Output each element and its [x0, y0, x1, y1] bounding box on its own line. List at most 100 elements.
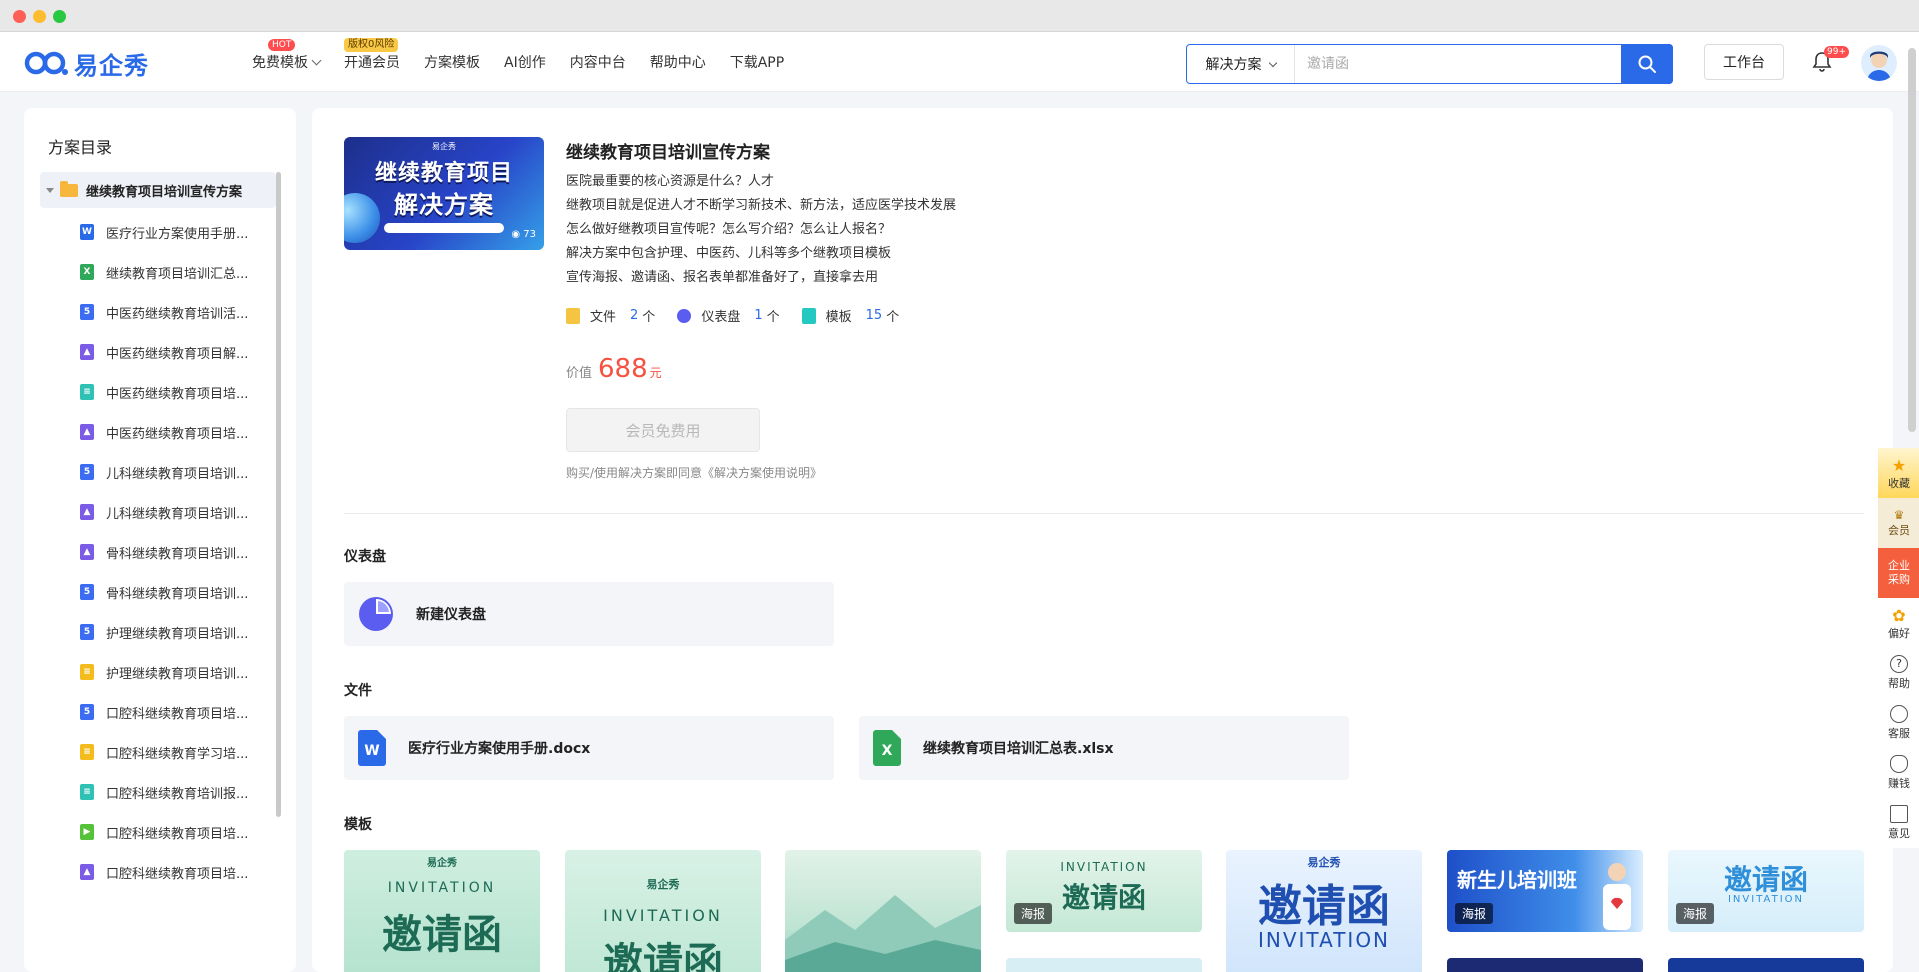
tree-item-label: 口腔科继续教育项目培...	[106, 866, 249, 882]
right-floating-toolbar: ★ 收藏 ♛ 会员 企业采购 ✿ 偏好 ? 帮助 客服 赚钱 意见	[1878, 448, 1919, 848]
template-card[interactable]: 邀请函 INVITATION 海报	[1668, 850, 1864, 932]
sidebar-title: 方案目录	[48, 138, 113, 157]
nav-item-solution-templates[interactable]: 方案模板	[424, 52, 480, 72]
window-titlebar	[0, 0, 1919, 32]
tree-item[interactable]: W 医疗行业方案使用手册...	[80, 212, 290, 252]
feedback-button[interactable]: 意见	[1878, 798, 1919, 848]
toolbar-label: 会员	[1888, 524, 1910, 537]
earn-money-button[interactable]: 赚钱	[1878, 748, 1919, 798]
tree-root-folder[interactable]: 继续教育项目培训宣传方案	[40, 172, 276, 208]
maximize-window-button[interactable]	[53, 10, 66, 23]
tree-item[interactable]: ▲ 口腔科继续教育项目培...	[80, 852, 290, 892]
template-title: 邀请函	[1258, 881, 1390, 932]
customer-service-button[interactable]: 客服	[1878, 698, 1919, 748]
tree-item[interactable]: 5 护理继续教育项目培训...	[80, 612, 290, 652]
template-card[interactable]: INVITATION 邀请函 海报	[1006, 850, 1202, 932]
tree-item[interactable]: ▲ 骨科继续教育项目培训...	[80, 532, 290, 572]
template-card[interactable]	[1447, 958, 1643, 972]
toolbar-label: 企业采购	[1888, 559, 1910, 586]
tree-item[interactable]: 5 口腔科继续教育项目培...	[80, 692, 290, 732]
image-file-icon: ▲	[80, 504, 94, 520]
pie-chart-icon	[359, 597, 393, 631]
chevron-down-icon	[311, 55, 322, 65]
tree-item-label: 儿科继续教育项目培训...	[106, 506, 249, 522]
template-card[interactable]: 易企秀 INVITATION 邀请函	[565, 850, 761, 972]
nav-item-membership[interactable]: 版权0风险 开通会员	[344, 38, 400, 72]
cover-view-count: ◉ 73	[511, 229, 536, 240]
excel-file-icon: X	[873, 730, 901, 766]
solution-title: 继续教育项目培训宣传方案	[566, 143, 770, 163]
folder-icon	[60, 180, 78, 197]
sidebar-scrollbar[interactable]	[276, 172, 281, 817]
stat-count: 2	[630, 308, 639, 323]
solution-cover-image[interactable]: 易企秀 继续教育项目 解决方案 ◉ 73	[344, 137, 544, 250]
help-button[interactable]: ? 帮助	[1878, 648, 1919, 698]
nav-item-download-app[interactable]: 下载APP	[730, 52, 784, 72]
search-scope-select[interactable]: 解决方案	[1187, 45, 1295, 83]
template-icon	[801, 307, 816, 324]
tree-item[interactable]: ▲ 中医药继续教育项目培...	[80, 412, 290, 452]
top-navigation: 易企秀 HOT 免费模板 版权0风险 开通会员 方案模板 AI创作 内容中台 帮…	[0, 32, 1919, 92]
tree-item[interactable]: 5 儿科继续教育项目培训...	[80, 452, 290, 492]
tree-item-list: W 医疗行业方案使用手册... X 继续教育项目培训汇总... 5 中医药继续教育培训活.…	[80, 212, 290, 892]
preference-button[interactable]: ✿ 偏好	[1878, 598, 1919, 648]
workbench-button[interactable]: 工作台	[1704, 44, 1784, 80]
tree-item[interactable]: X 继续教育项目培训汇总...	[80, 252, 290, 292]
brand-logo[interactable]: 易企秀	[24, 48, 149, 80]
template-title: 邀请函	[1723, 863, 1808, 896]
template-brand: 易企秀	[646, 878, 680, 891]
tree-item-label: 中医药继续教育项目培...	[106, 386, 249, 402]
tree-item[interactable]: ▶ 口腔科继续教育项目培...	[80, 812, 290, 852]
enterprise-purchase-button[interactable]: 企业采购	[1878, 548, 1919, 598]
image-file-icon: ▲	[80, 344, 94, 360]
new-dashboard-card[interactable]: 新建仪表盘	[344, 582, 834, 646]
nav-item-label: 下载APP	[729, 55, 785, 71]
tree-item[interactable]: ▲ 中医药继续教育项目解...	[80, 332, 290, 372]
nav-menu: HOT 免费模板 版权0风险 开通会员 方案模板 AI创作 内容中台 帮助中心 …	[252, 32, 808, 92]
member-free-use-button[interactable]: 会员免费用	[566, 408, 760, 452]
tree-item-label: 骨科继续教育项目培训...	[106, 546, 249, 562]
tree-item[interactable]: 5 骨科继续教育项目培训...	[80, 572, 290, 612]
template-card[interactable]: 新生儿培训班 海报	[1447, 850, 1643, 932]
stat-unit: 个	[766, 310, 780, 325]
card-label: 医疗行业方案使用手册.docx	[408, 741, 591, 757]
user-avatar[interactable]	[1861, 45, 1897, 81]
page-scrollbar[interactable]	[1908, 48, 1916, 432]
template-card[interactable]: 易企秀 INVITATION 邀请函	[344, 850, 540, 972]
file-card-xlsx[interactable]: X 继续教育项目培训汇总表.xlsx	[859, 716, 1349, 780]
tree-item[interactable]: 5 中医药继续教育培训活...	[80, 292, 290, 332]
nav-item-ai-create[interactable]: AI创作	[504, 52, 546, 72]
poster-tag: 海报	[1676, 903, 1715, 924]
svg-text:W: W	[364, 743, 379, 759]
agreement-note[interactable]: 购买/使用解决方案即同意《解决方案使用说明》	[566, 464, 822, 481]
tree-item[interactable]: ≡ 口腔科继续教育培训报...	[80, 772, 290, 812]
question-icon: ?	[1890, 655, 1908, 673]
caret-down-icon[interactable]	[46, 187, 54, 193]
tree-item[interactable]: ≡ 中医药继续教育项目培...	[80, 372, 290, 412]
word-file-icon: W	[358, 730, 386, 766]
tree-item[interactable]: ≡ 护理继续教育项目培训...	[80, 652, 290, 692]
vip-button[interactable]: ♛ 会员	[1878, 498, 1919, 548]
tree-item[interactable]: ▲ 儿科继续教育项目培训...	[80, 492, 290, 532]
nav-item-help-center[interactable]: 帮助中心	[650, 52, 706, 72]
template-card[interactable]	[785, 850, 981, 972]
close-window-button[interactable]	[13, 10, 26, 23]
search-button[interactable]	[1621, 44, 1673, 84]
search-input[interactable]	[1295, 45, 1621, 83]
cover-subtitle-bar	[384, 223, 504, 233]
favorite-button[interactable]: ★ 收藏	[1878, 448, 1919, 498]
nav-item-content-hub[interactable]: 内容中台	[570, 52, 626, 72]
section-divider	[344, 513, 1864, 514]
template-card[interactable]	[1668, 958, 1864, 972]
description-line: 怎么做好继教项目宣传呢？怎么写介绍？怎么让人报名？	[566, 222, 892, 237]
template-card[interactable]	[1006, 958, 1202, 972]
nav-item-free-templates[interactable]: HOT 免费模板	[252, 39, 322, 72]
nav-item-label: 方案模板	[424, 55, 480, 71]
hot-badge: HOT	[268, 39, 296, 51]
tree-item[interactable]: ≡ 口腔科继续教育学习培...	[80, 732, 290, 772]
mountain-illustration	[785, 895, 981, 972]
file-card-docx[interactable]: W 医疗行业方案使用手册.docx	[344, 716, 834, 780]
template-card[interactable]: 易企秀 邀请函 INVITATION	[1226, 850, 1422, 972]
nav-item-label: 内容中台	[569, 55, 626, 71]
minimize-window-button[interactable]	[33, 10, 46, 23]
